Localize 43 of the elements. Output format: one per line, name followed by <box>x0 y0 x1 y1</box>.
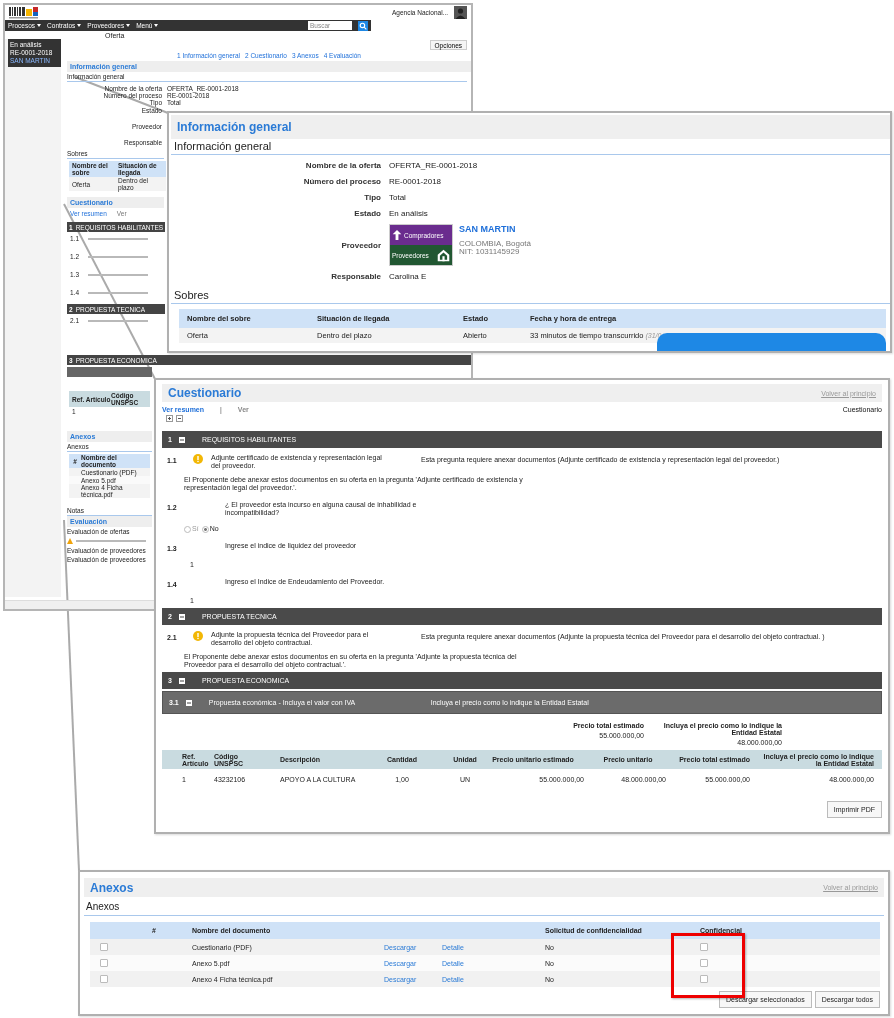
collapse-icon[interactable] <box>178 677 185 684</box>
field-label: Número del proceso <box>302 176 381 187</box>
search-icon[interactable] <box>358 20 368 31</box>
caret-icon <box>126 24 131 27</box>
collapse-all-icon[interactable] <box>176 415 183 422</box>
section-title: Anexos <box>90 880 134 895</box>
field-value: RE-0001-2018 <box>389 176 443 187</box>
subsection-title: Sobres <box>174 289 209 301</box>
field-value: Carolina E <box>389 271 428 282</box>
confidential-checkbox[interactable] <box>700 974 708 983</box>
row-checkbox[interactable] <box>100 958 108 967</box>
field-value: OFERTA_RE-0001-2018 <box>389 160 479 171</box>
field-label: Proveedor <box>340 239 381 251</box>
field-label: Responsable <box>330 271 381 282</box>
row-checkbox[interactable] <box>100 974 108 983</box>
expand-all-icon[interactable] <box>166 415 173 422</box>
field-label: Estado <box>353 208 381 219</box>
radio-button[interactable] <box>184 525 191 533</box>
radio-button[interactable] <box>201 525 209 533</box>
row-checkbox[interactable] <box>100 942 108 951</box>
warning-icon <box>193 631 203 641</box>
warning-icon <box>67 538 73 544</box>
provider-nit: NIT: 1031145929 <box>459 248 520 256</box>
confidential-checkbox[interactable] <box>700 942 708 951</box>
confidential-checkbox[interactable] <box>700 958 708 967</box>
subsection-title: Anexos <box>86 901 120 912</box>
user-avatar-icon[interactable] <box>454 6 467 19</box>
caret-icon <box>77 24 82 27</box>
warning-icon <box>193 454 203 464</box>
field-label: Nombre de la oferta <box>304 160 381 171</box>
field-label: Tipo <box>363 192 381 203</box>
caret-icon <box>37 24 42 27</box>
provider-location: COLOMBIA, Bogotá <box>459 240 532 248</box>
section-title: Información general <box>177 120 292 134</box>
field-value: En análisis <box>389 208 429 219</box>
caret-icon <box>154 24 159 27</box>
collapse-icon[interactable] <box>178 436 185 443</box>
subsection-title: Información general <box>174 140 272 152</box>
provider-link[interactable]: SAN MARTIN <box>459 224 532 234</box>
collapse-icon[interactable] <box>185 699 192 706</box>
collapse-icon[interactable] <box>178 613 185 620</box>
section-title: Cuestionario <box>168 386 242 400</box>
field-value: Total <box>389 192 407 203</box>
